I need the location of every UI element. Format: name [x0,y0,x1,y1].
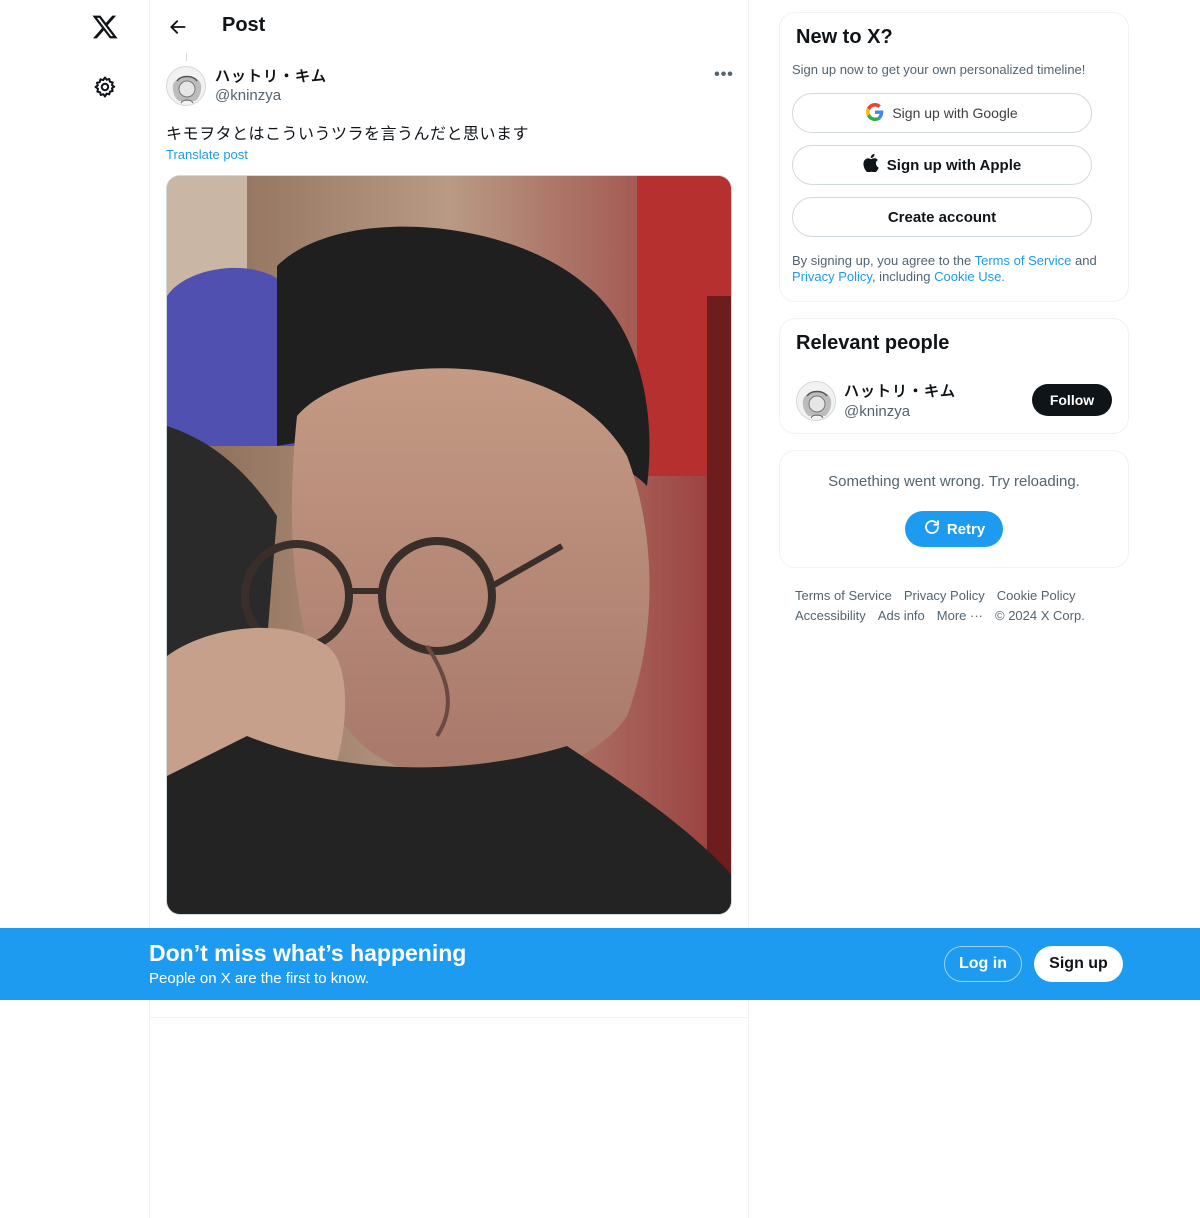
footer-more-link[interactable]: More ··· [937,606,983,626]
translate-post-link[interactable]: Translate post [166,147,248,162]
page-title: Post [222,14,266,36]
author-handle[interactable]: @kninzya [215,87,281,104]
legal-and: and [1071,253,1097,268]
back-arrow-icon[interactable] [162,11,194,43]
gear-icon[interactable] [89,70,121,104]
banner-subtitle: People on X are the first to know. [149,970,370,987]
log-in-button[interactable]: Log in [944,946,1022,982]
cookie-link[interactable]: Cookie Use. [934,269,1005,284]
privacy-link[interactable]: Privacy Policy [792,269,872,284]
main-column: Post ハットリ・キム @kninzya ••• キモヲタとはこういうツラを言… [149,0,749,1218]
left-nav [0,0,150,1218]
legal-prefix: By signing up, you agree to the [792,253,975,268]
footer-links: Terms of Service Privacy Policy Cookie Pol… [795,586,1115,626]
footer-copyright: © 2024 X Corp. [995,608,1085,623]
sign-up-google-label: Sign up with Google [892,105,1018,121]
footer-cookie-link[interactable]: Cookie Policy [997,586,1076,606]
footer-accessibility-link[interactable]: Accessibility [795,606,866,626]
legal-notice: By signing up, you agree to the Terms of… [792,253,1122,285]
more-options-icon[interactable]: ••• [710,63,738,87]
apple-icon [863,153,879,176]
footer-terms-link[interactable]: Terms of Service [795,586,892,606]
post-text: キモヲタとはこういうツラを言うんだと思います [166,126,530,143]
create-account-label: Create account [887,208,997,226]
sign-up-google-button[interactable]: Sign up with Google [792,93,1092,133]
new-to-x-title: New to X? [796,26,893,48]
follow-button[interactable]: Follow [1032,384,1112,416]
people-handle[interactable]: @kninzya [844,403,910,420]
people-name[interactable]: ハットリ・キム [844,380,956,401]
relevant-people-card: Relevant people ハットリ・キム @kninzya Follow [779,318,1129,434]
footer-ads-link[interactable]: Ads info [878,606,925,626]
sign-up-button[interactable]: Sign up [1034,946,1123,982]
new-to-x-subtitle: Sign up now to get your own personalized… [792,62,1086,77]
error-message: Something went wrong. Try reloading. [828,473,1080,490]
top-bar: Post [150,0,749,53]
terms-link[interactable]: Terms of Service [975,253,1072,268]
refresh-icon [923,518,941,540]
new-to-x-card: New to X? Sign up now to get your own pe… [779,12,1129,302]
footer-privacy-link[interactable]: Privacy Policy [904,586,985,606]
x-logo-icon[interactable] [86,8,124,46]
google-icon [866,102,884,124]
retry-button[interactable]: Retry [905,511,1003,547]
post-action-row [150,1000,749,1018]
avatar[interactable] [166,66,206,106]
retry-label: Retry [946,520,986,538]
signup-banner: Don’t miss what’s happening People on X … [0,928,1200,1000]
sign-up-apple-label: Sign up with Apple [886,156,1022,174]
legal-including: , including [871,269,935,284]
relevant-people-title: Relevant people [796,332,950,354]
thread-line [186,53,187,61]
create-account-button[interactable]: Create account [792,197,1092,237]
sign-up-apple-button[interactable]: Sign up with Apple [792,145,1092,185]
error-card: Something went wrong. Try reloading. Ret… [779,450,1129,568]
avatar[interactable] [796,381,836,421]
post-image[interactable] [166,175,732,915]
author-name[interactable]: ハットリ・キム [215,65,327,86]
banner-title: Don’t miss what’s happening [149,940,467,966]
